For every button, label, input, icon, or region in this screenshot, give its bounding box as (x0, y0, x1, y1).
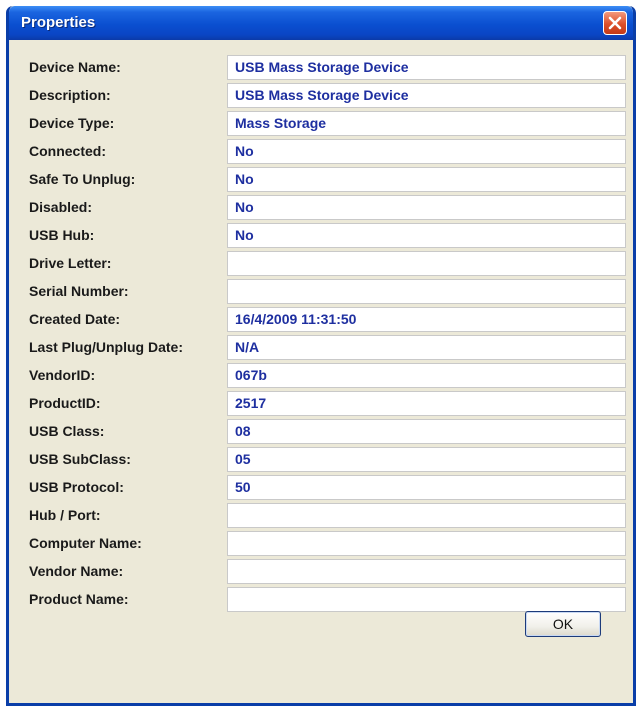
row-device-type: Device Type: Mass Storage (9, 111, 633, 136)
created-date-field[interactable]: 16/4/2009 11:31:50 (227, 307, 626, 332)
row-usb-subclass: USB SubClass: 05 (9, 447, 633, 472)
vendor-name-field[interactable] (227, 559, 626, 584)
device-type-field[interactable]: Mass Storage (227, 111, 626, 136)
row-computer-name: Computer Name: (9, 531, 633, 556)
row-vendor-name: Vendor Name: (9, 559, 633, 584)
usb-subclass-label: USB SubClass: (29, 451, 131, 467)
row-usb-hub: USB Hub: No (9, 223, 633, 248)
description-field[interactable]: USB Mass Storage Device (227, 83, 626, 108)
usb-protocol-label: USB Protocol: (29, 479, 124, 495)
ok-button[interactable]: OK (525, 611, 601, 637)
device-name-label: Device Name: (29, 59, 121, 75)
usb-class-field[interactable]: 08 (227, 419, 626, 444)
dialog-title: Properties (21, 14, 96, 31)
usb-class-label: USB Class: (29, 423, 105, 439)
safe-to-unplug-field[interactable]: No (227, 167, 626, 192)
row-usb-class: USB Class: 08 (9, 419, 633, 444)
row-device-name: Device Name: USB Mass Storage Device (9, 55, 633, 80)
description-label: Description: (29, 87, 111, 103)
row-disabled: Disabled: No (9, 195, 633, 220)
disabled-field[interactable]: No (227, 195, 626, 220)
product-name-field[interactable] (227, 587, 626, 612)
serial-number-field[interactable] (227, 279, 626, 304)
usb-hub-field[interactable]: No (227, 223, 626, 248)
created-date-label: Created Date: (29, 311, 121, 327)
title-bar[interactable]: Properties (9, 6, 633, 40)
row-safe-to-unplug: Safe To Unplug: No (9, 167, 633, 192)
close-button[interactable] (603, 11, 627, 35)
properties-content: Device Name: USB Mass Storage Device Des… (9, 40, 633, 703)
close-icon (608, 16, 622, 30)
connected-field[interactable]: No (227, 139, 626, 164)
hub-port-label: Hub / Port: (29, 507, 101, 523)
row-last-plug-unplug-date: Last Plug/Unplug Date: N/A (9, 335, 633, 360)
product-name-label: Product Name: (29, 591, 129, 607)
row-created-date: Created Date: 16/4/2009 11:31:50 (9, 307, 633, 332)
vendor-id-label: VendorID: (29, 367, 96, 383)
last-plug-unplug-date-field[interactable]: N/A (227, 335, 626, 360)
drive-letter-field[interactable] (227, 251, 626, 276)
row-description: Description: USB Mass Storage Device (9, 83, 633, 108)
computer-name-field[interactable] (227, 531, 626, 556)
row-serial-number: Serial Number: (9, 279, 633, 304)
drive-letter-label: Drive Letter: (29, 255, 112, 271)
computer-name-label: Computer Name: (29, 535, 142, 551)
row-hub-port: Hub / Port: (9, 503, 633, 528)
product-id-label: ProductID: (29, 395, 101, 411)
row-drive-letter: Drive Letter: (9, 251, 633, 276)
row-product-name: Product Name: (9, 587, 633, 612)
vendor-name-label: Vendor Name: (29, 563, 124, 579)
device-name-field[interactable]: USB Mass Storage Device (227, 55, 626, 80)
usb-subclass-field[interactable]: 05 (227, 447, 626, 472)
last-plug-unplug-date-label: Last Plug/Unplug Date: (29, 339, 183, 355)
device-type-label: Device Type: (29, 115, 115, 131)
safe-to-unplug-label: Safe To Unplug: (29, 171, 136, 187)
disabled-label: Disabled: (29, 199, 93, 215)
connected-label: Connected: (29, 143, 106, 159)
hub-port-field[interactable] (227, 503, 626, 528)
usb-protocol-field[interactable]: 50 (227, 475, 626, 500)
properties-dialog: Properties Device Name: USB Mass Storage… (6, 6, 636, 706)
vendor-id-field[interactable]: 067b (227, 363, 626, 388)
row-usb-protocol: USB Protocol: 50 (9, 475, 633, 500)
serial-number-label: Serial Number: (29, 283, 129, 299)
row-connected: Connected: No (9, 139, 633, 164)
row-vendor-id: VendorID: 067b (9, 363, 633, 388)
product-id-field[interactable]: 2517 (227, 391, 626, 416)
usb-hub-label: USB Hub: (29, 227, 95, 243)
row-product-id: ProductID: 2517 (9, 391, 633, 416)
